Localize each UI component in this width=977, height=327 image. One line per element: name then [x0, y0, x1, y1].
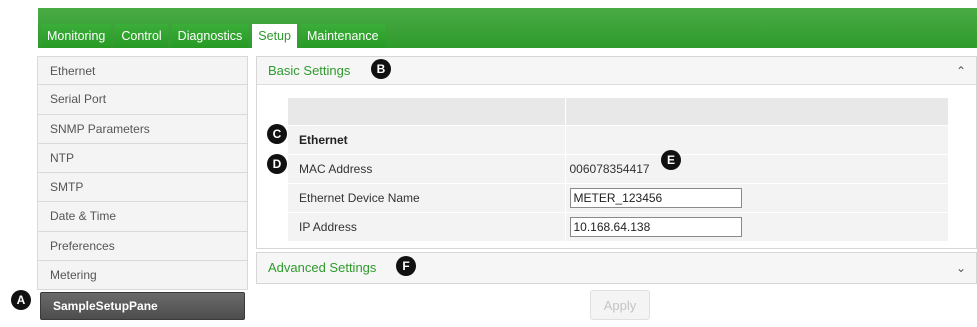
callout-c-marker: C: [267, 124, 287, 144]
advanced-settings-panel: Advanced Settings ⌄: [256, 252, 977, 284]
tab-maintenance[interactable]: Maintenance: [300, 24, 385, 48]
mac-address-value: 006078354417: [564, 154, 948, 184]
setup-sidebar: Ethernet Serial Port SNMP Parameters NTP…: [37, 56, 248, 321]
table-row: Ethernet: [288, 125, 948, 155]
ip-address-field[interactable]: [569, 216, 742, 237]
advanced-settings-title: Advanced Settings: [268, 260, 377, 275]
ip-address-label: IP Address: [288, 212, 565, 242]
device-name-label: Ethernet Device Name: [288, 183, 565, 213]
table-header-row: [288, 98, 948, 126]
device-name-field[interactable]: [569, 187, 742, 208]
mac-address-label: MAC Address: [288, 154, 565, 184]
callout-d-marker: D: [267, 154, 287, 174]
tab-setup[interactable]: Setup: [252, 24, 297, 48]
table-row: Ethernet Device Name: [288, 183, 948, 213]
advanced-settings-header[interactable]: Advanced Settings ⌄: [257, 253, 976, 283]
main-tabs: Monitoring Control Diagnostics Setup Mai…: [41, 24, 385, 48]
callout-f-marker: F: [396, 256, 416, 276]
table-row: IP Address: [288, 212, 948, 242]
sidebar-item-smtp[interactable]: SMTP: [37, 173, 248, 203]
chevron-down-icon[interactable]: ⌄: [956, 253, 966, 283]
basic-settings-header[interactable]: Basic Settings ⌃: [257, 57, 976, 85]
ethernet-settings-table: Ethernet MAC Address 006078354417 Ethern…: [288, 98, 948, 242]
sidebar-item-sample-setup-pane[interactable]: SampleSetupPane: [40, 292, 245, 321]
callout-a-marker: A: [11, 290, 31, 310]
callout-b-marker: B: [371, 59, 391, 79]
sidebar-item-preferences[interactable]: Preferences: [37, 231, 248, 262]
tab-control[interactable]: Control: [115, 24, 168, 48]
sidebar-item-snmp-parameters[interactable]: SNMP Parameters: [37, 114, 248, 144]
sidebar-item-ethernet[interactable]: Ethernet: [37, 56, 248, 86]
sidebar-item-serial-port[interactable]: Serial Port: [37, 85, 248, 115]
chevron-up-icon[interactable]: ⌃: [956, 57, 966, 85]
basic-settings-panel: Basic Settings ⌃ Ethernet MAC Address 00…: [256, 56, 977, 249]
section-label-ethernet: Ethernet: [288, 125, 565, 155]
sidebar-item-date-time[interactable]: Date & Time: [37, 202, 248, 232]
apply-button[interactable]: Apply: [590, 290, 650, 320]
sidebar-item-metering[interactable]: Metering: [37, 261, 248, 291]
tab-diagnostics[interactable]: Diagnostics: [171, 24, 249, 48]
sidebar-item-ntp[interactable]: NTP: [37, 143, 248, 174]
callout-e-marker: E: [661, 150, 681, 170]
basic-settings-title: Basic Settings: [268, 63, 351, 78]
tab-monitoring[interactable]: Monitoring: [41, 24, 112, 48]
table-row: MAC Address 006078354417: [288, 154, 948, 184]
